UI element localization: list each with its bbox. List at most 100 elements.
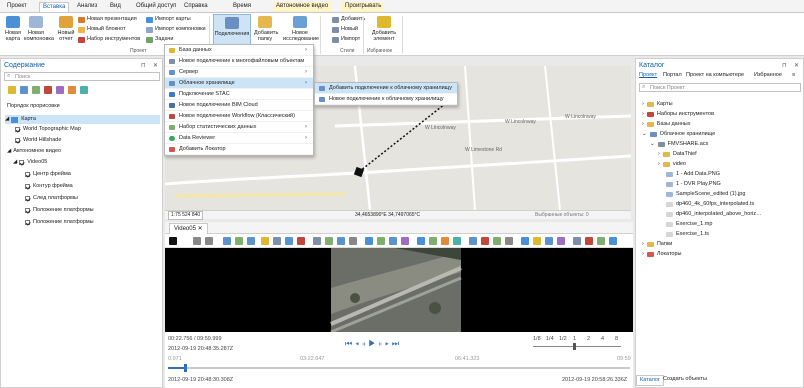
tool-icon[interactable] bbox=[205, 237, 213, 245]
tool-icon[interactable] bbox=[193, 237, 201, 245]
menu-item-stac[interactable]: Подключение STAC bbox=[165, 89, 313, 100]
timeline-track[interactable] bbox=[168, 367, 630, 369]
layer-world-topo[interactable]: World Topographic Map bbox=[15, 126, 81, 133]
step-back-icon[interactable]: ◂ bbox=[355, 339, 362, 348]
menu-item-add-locator[interactable]: Добавить Локатор bbox=[165, 144, 313, 155]
tool-icon[interactable] bbox=[597, 237, 605, 245]
tool-icon[interactable] bbox=[573, 237, 581, 245]
menu-item-statistical-data[interactable]: Набор статистических данных › bbox=[165, 122, 313, 133]
tab-playback[interactable]: Проигрывать bbox=[342, 2, 385, 12]
chevron-right-icon[interactable]: › bbox=[658, 161, 660, 168]
close-icon[interactable]: ✕ bbox=[198, 226, 203, 232]
tool-icon[interactable] bbox=[235, 237, 243, 245]
layer-checkbox[interactable] bbox=[25, 220, 30, 225]
sublayer-frame-outline[interactable]: Контур фрейма bbox=[25, 183, 73, 190]
tool-icon[interactable] bbox=[545, 237, 553, 245]
video-layer[interactable]: ◢ Video05 bbox=[13, 159, 47, 166]
catalog-item-toolboxes[interactable]: › Наборы инструментов bbox=[642, 111, 714, 118]
tool-icon[interactable] bbox=[469, 237, 477, 245]
new-presentation-button[interactable]: Новая презентация bbox=[78, 16, 137, 23]
menu-item-database[interactable]: База данных › bbox=[165, 45, 313, 56]
collapse-arrow-icon[interactable]: ◢ bbox=[13, 159, 17, 166]
tool-icon[interactable] bbox=[481, 237, 489, 245]
add-style-button[interactable]: Добавить bbox=[332, 16, 365, 23]
catalog-item-video[interactable]: › video bbox=[658, 161, 686, 168]
chevron-down-icon[interactable]: ⌄ bbox=[642, 131, 647, 138]
database-icon[interactable] bbox=[20, 86, 28, 94]
tool-icon[interactable] bbox=[417, 237, 425, 245]
add-folder-button[interactable]: Добавить папку bbox=[254, 16, 278, 42]
tool-icon[interactable] bbox=[313, 237, 321, 245]
import-map-button[interactable]: Импорт карты bbox=[146, 16, 191, 23]
tool-icon[interactable] bbox=[261, 237, 269, 245]
catalog-item-cloud-storage[interactable]: ⌄ Облачное хранилище bbox=[642, 131, 715, 138]
catalog-item-locators[interactable]: › Локаторы bbox=[642, 251, 682, 258]
new-notebook-button[interactable]: Новый блокнот bbox=[78, 26, 126, 33]
chevron-right-icon[interactable]: › bbox=[642, 241, 644, 248]
tool-icon[interactable] bbox=[365, 237, 373, 245]
catalog-item-folders[interactable]: › Папки bbox=[642, 241, 672, 248]
catalog-item-file[interactable]: dp460_4k_60fps_interpolated.ts bbox=[666, 201, 754, 208]
tool-icon[interactable] bbox=[521, 237, 529, 245]
video-tab[interactable]: Video05 ✕ bbox=[169, 223, 208, 234]
autonomous-video-group[interactable]: ◢ Автономное видео bbox=[7, 148, 61, 155]
new-map-button[interactable]: Новая карта bbox=[3, 16, 23, 42]
menu-item-server[interactable]: Сервер › bbox=[165, 67, 313, 78]
catalog-search-input[interactable]: Поиск Проект bbox=[639, 83, 801, 92]
edit-icon[interactable] bbox=[56, 86, 64, 94]
close-icon[interactable]: ✕ bbox=[794, 62, 799, 69]
layer-checkbox[interactable] bbox=[25, 196, 30, 201]
collapse-arrow-icon[interactable]: ◢ bbox=[7, 148, 11, 155]
chevron-down-icon[interactable]: ⌄ bbox=[650, 141, 655, 148]
bottom-tab-create-features[interactable]: Создать объекты bbox=[660, 375, 710, 384]
tool-icon[interactable] bbox=[493, 237, 501, 245]
chevron-right-icon[interactable]: › bbox=[658, 151, 660, 158]
tool-icon[interactable] bbox=[585, 237, 593, 245]
scale-select[interactable]: 1:75 524 840 bbox=[168, 211, 204, 220]
close-icon[interactable]: ✕ bbox=[153, 62, 158, 69]
layer-checkbox[interactable] bbox=[15, 138, 20, 143]
tab-view[interactable]: Вид bbox=[107, 2, 124, 12]
new-report-button[interactable]: Новый отчет bbox=[55, 16, 77, 42]
new-layout-button[interactable]: Новая компоновка bbox=[24, 16, 54, 42]
tool-icon[interactable] bbox=[285, 237, 293, 245]
speed-thumb[interactable] bbox=[573, 343, 576, 350]
tool-icon[interactable] bbox=[609, 237, 617, 245]
tool-icon[interactable] bbox=[557, 237, 565, 245]
skip-end-icon[interactable]: ⏭ bbox=[392, 339, 402, 348]
tool-icon[interactable] bbox=[429, 237, 437, 245]
import-style-button[interactable]: Импорт bbox=[332, 36, 360, 43]
layer-checkbox[interactable] bbox=[25, 208, 30, 213]
chevron-right-icon[interactable]: › bbox=[642, 251, 644, 258]
catalog-tab-project[interactable]: Проект bbox=[639, 72, 657, 79]
labeling-icon[interactable] bbox=[80, 86, 88, 94]
menu-icon[interactable]: ≡ bbox=[792, 72, 795, 79]
speed-slider[interactable]: 1/8 1/4 1/2 1 2 4 8 bbox=[533, 336, 625, 352]
tool-icon[interactable] bbox=[247, 237, 255, 245]
tool-icon[interactable] bbox=[441, 237, 449, 245]
tool-icon[interactable] bbox=[349, 237, 357, 245]
catalog-tab-favorites[interactable]: Избранное bbox=[754, 72, 782, 79]
tool-icon[interactable] bbox=[325, 237, 333, 245]
connections-button[interactable]: Подключения bbox=[213, 14, 251, 47]
tab-help[interactable]: Справка bbox=[181, 2, 211, 12]
menu-item-multifile[interactable]: Новое подключение к многофайловым объект… bbox=[165, 56, 313, 67]
tab-analysis[interactable]: Анализ bbox=[74, 2, 100, 12]
step-forward-icon[interactable]: ▸ bbox=[385, 339, 392, 348]
chevron-right-icon[interactable]: › bbox=[642, 101, 644, 108]
tool-icon[interactable] bbox=[297, 237, 305, 245]
layer-checkbox[interactable] bbox=[19, 160, 25, 165]
timeline-thumb[interactable] bbox=[184, 364, 187, 372]
menu-item-workflow[interactable]: Новое подключение Workflow (Классический… bbox=[165, 111, 313, 122]
color-swatch-icon[interactable] bbox=[169, 237, 177, 245]
tasks-button[interactable]: Задачи bbox=[146, 36, 173, 43]
submenu-item-add-cloud-connection[interactable]: Добавить подключение к облачному хранили… bbox=[315, 83, 457, 94]
new-study-button[interactable]: Новое исследование bbox=[283, 16, 319, 42]
catalog-item-file[interactable]: Exercise_1.mp bbox=[666, 221, 712, 228]
tool-icon[interactable] bbox=[377, 237, 385, 245]
layer-checkbox[interactable] bbox=[15, 127, 20, 132]
sublayer-platform-position-2[interactable]: Положение платформы bbox=[25, 219, 94, 226]
play-icon[interactable]: ▶ bbox=[368, 339, 378, 348]
visibility-icon[interactable] bbox=[32, 86, 40, 94]
toolbox-button[interactable]: Набор инструментов bbox=[78, 36, 140, 43]
